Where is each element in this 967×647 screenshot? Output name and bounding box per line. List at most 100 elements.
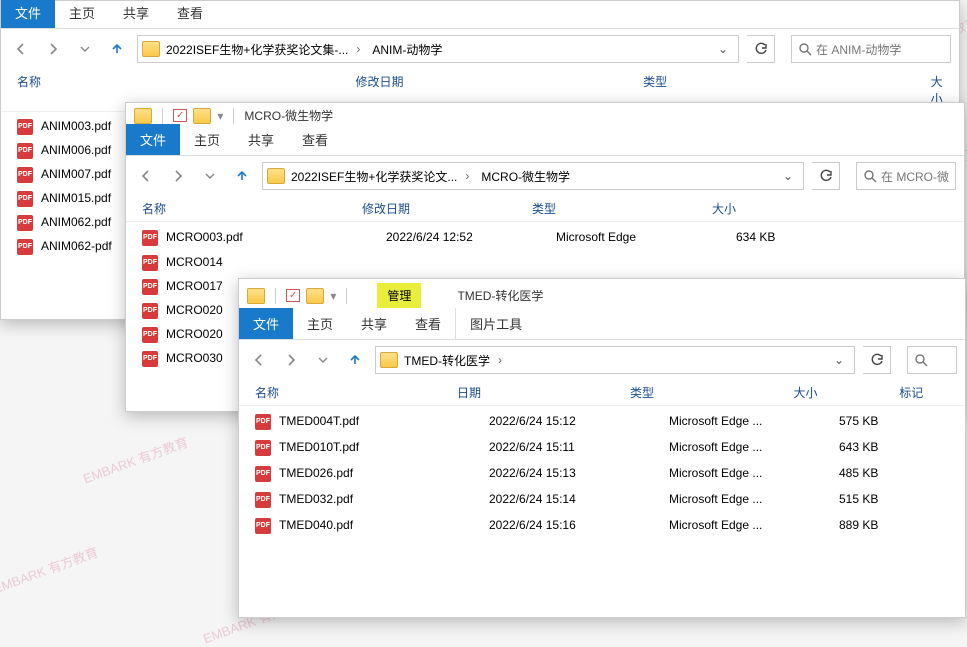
tab-view[interactable]: 查看 [163, 0, 217, 28]
table-row[interactable]: MCRO014 [142, 250, 956, 274]
col-date[interactable]: 修改日期 [362, 200, 532, 217]
file-size: 515 KB [839, 492, 949, 506]
tab-home[interactable]: 主页 [293, 308, 347, 339]
address-dropdown[interactable]: ⌄ [777, 169, 799, 183]
nav-recent-dropdown[interactable] [73, 37, 97, 61]
refresh-button[interactable] [747, 35, 775, 63]
tab-view[interactable]: 查看 [288, 124, 342, 155]
search-placeholder: 在 ANIM-动物学 [816, 41, 901, 58]
pdf-icon [17, 191, 33, 207]
file-type: Microsoft Edge ... [669, 466, 839, 480]
nav-forward-button[interactable] [41, 37, 65, 61]
file-name: ANIM015.pdf [41, 191, 111, 205]
col-name[interactable]: 名称 [255, 384, 457, 401]
pdf-icon [17, 143, 33, 159]
nav-back-button[interactable] [247, 348, 271, 372]
qat-checkbox-icon[interactable]: ✓ [286, 289, 300, 302]
nav-up-button[interactable] [230, 164, 254, 188]
col-date[interactable]: 日期 [457, 384, 630, 401]
folder-icon [134, 108, 152, 124]
pdf-icon [17, 119, 33, 135]
refresh-button[interactable] [812, 162, 840, 190]
col-tag[interactable]: 标记 [899, 384, 957, 401]
breadcrumb-seg1[interactable]: TMED-转化医学 [398, 347, 508, 373]
breadcrumb-seg2[interactable]: MCRO-微生物学 [475, 163, 576, 189]
qat-checkbox-icon[interactable]: ✓ [173, 109, 187, 122]
pdf-icon [17, 239, 33, 255]
file-name: TMED032.pdf [279, 492, 489, 506]
tab-file[interactable]: 文件 [126, 124, 180, 155]
tab-home[interactable]: 主页 [55, 0, 109, 28]
nav-row: 2022ISEF生物+化学获奖论文集-... ANIM-动物学 ⌄ 在 ANIM… [1, 29, 959, 69]
tab-file[interactable]: 文件 [239, 308, 293, 339]
tab-file[interactable]: 文件 [1, 0, 55, 28]
qat-folder-icon[interactable] [193, 108, 211, 124]
col-type[interactable]: 类型 [630, 384, 793, 401]
nav-recent-dropdown[interactable] [311, 348, 335, 372]
address-dropdown[interactable]: ⌄ [712, 42, 734, 56]
pdf-icon [17, 167, 33, 183]
tab-share[interactable]: 共享 [347, 308, 401, 339]
search-icon [863, 169, 877, 183]
file-size: 485 KB [839, 466, 949, 480]
breadcrumb-seg1[interactable]: 2022ISEF生物+化学获奖论文... [285, 163, 475, 189]
file-list: TMED004T.pdf2022/6/24 15:12 Microsoft Edg… [239, 406, 965, 546]
table-row[interactable]: TMED010T.pdf2022/6/24 15:11Microsoft Edg… [255, 434, 957, 460]
tab-view[interactable]: 查看 [401, 308, 455, 339]
nav-forward-button[interactable] [166, 164, 190, 188]
tab-share[interactable]: 共享 [234, 124, 288, 155]
nav-up-button[interactable] [343, 348, 367, 372]
breadcrumb-seg2[interactable]: ANIM-动物学 [366, 36, 448, 62]
file-date: 2022/6/24 15:11 [489, 440, 669, 454]
col-size[interactable]: 大小 [712, 200, 802, 217]
file-name: TMED026.pdf [279, 466, 489, 480]
nav-recent-dropdown[interactable] [198, 164, 222, 188]
nav-back-button[interactable] [9, 37, 33, 61]
table-row[interactable]: TMED040.pdf2022/6/24 15:16Microsoft Edge… [255, 512, 957, 538]
file-name: TMED010T.pdf [279, 440, 489, 454]
address-bar[interactable]: TMED-转化医学 ⌄ [375, 346, 855, 374]
pdf-icon [142, 351, 158, 367]
address-dropdown[interactable]: ⌄ [828, 353, 850, 367]
search-box[interactable]: 在 ANIM-动物学 [791, 35, 951, 63]
table-row[interactable]: TMED032.pdf2022/6/24 15:14Microsoft Edge… [255, 486, 957, 512]
tab-home[interactable]: 主页 [180, 124, 234, 155]
pdf-icon [17, 215, 33, 231]
nav-back-button[interactable] [134, 164, 158, 188]
search-box[interactable] [907, 346, 957, 374]
address-bar[interactable]: 2022ISEF生物+化学获奖论文集-... ANIM-动物学 ⌄ [137, 35, 739, 63]
file-name: ANIM062-pdf [41, 239, 112, 253]
folder-icon [380, 352, 398, 368]
col-name[interactable]: 名称 [142, 200, 362, 217]
breadcrumb-seg1[interactable]: 2022ISEF生物+化学获奖论文集-... [160, 36, 366, 62]
ribbon-tabs: 文件 主页 共享 查看 [126, 128, 964, 156]
file-date: 2022/6/24 15:12 [489, 414, 669, 428]
refresh-button[interactable] [863, 346, 891, 374]
table-row[interactable]: TMED004T.pdf2022/6/24 15:12Microsoft Edg… [255, 408, 957, 434]
pdf-icon [255, 518, 271, 534]
search-placeholder: 在 MCRO-微 [881, 168, 949, 185]
pdf-icon [142, 230, 158, 246]
ribbon-tabs: 文件 主页 共享 查看 图片工具 [239, 312, 965, 340]
nav-row: 2022ISEF生物+化学获奖论文... MCRO-微生物学 ⌄ 在 MCRO-… [126, 156, 964, 196]
tab-picture-tools[interactable]: 图片工具 [455, 308, 536, 339]
file-name: MCRO003.pdf [166, 230, 386, 244]
nav-row: TMED-转化医学 ⌄ [239, 340, 965, 380]
col-type[interactable]: 类型 [532, 200, 712, 217]
col-size[interactable]: 大小 [794, 384, 900, 401]
nav-up-button[interactable] [105, 37, 129, 61]
address-bar[interactable]: 2022ISEF生物+化学获奖论文... MCRO-微生物学 ⌄ [262, 162, 804, 190]
file-name: ANIM006.pdf [41, 143, 111, 157]
file-name: TMED004T.pdf [279, 414, 489, 428]
tab-share[interactable]: 共享 [109, 0, 163, 28]
table-row[interactable]: MCRO003.pdf 2022/6/24 12:52 Microsoft Ed… [142, 224, 956, 250]
qat-folder-icon[interactable] [306, 288, 324, 304]
file-date: 2022/6/24 15:16 [489, 518, 669, 532]
context-tab-manage[interactable]: 管理 [377, 283, 421, 308]
window-title: TMED-转化医学 [457, 287, 543, 304]
window-title: MCRO-微生物学 [244, 107, 333, 124]
file-type: Microsoft Edge ... [669, 492, 839, 506]
nav-forward-button[interactable] [279, 348, 303, 372]
search-box[interactable]: 在 MCRO-微 [856, 162, 956, 190]
table-row[interactable]: TMED026.pdf2022/6/24 15:13Microsoft Edge… [255, 460, 957, 486]
